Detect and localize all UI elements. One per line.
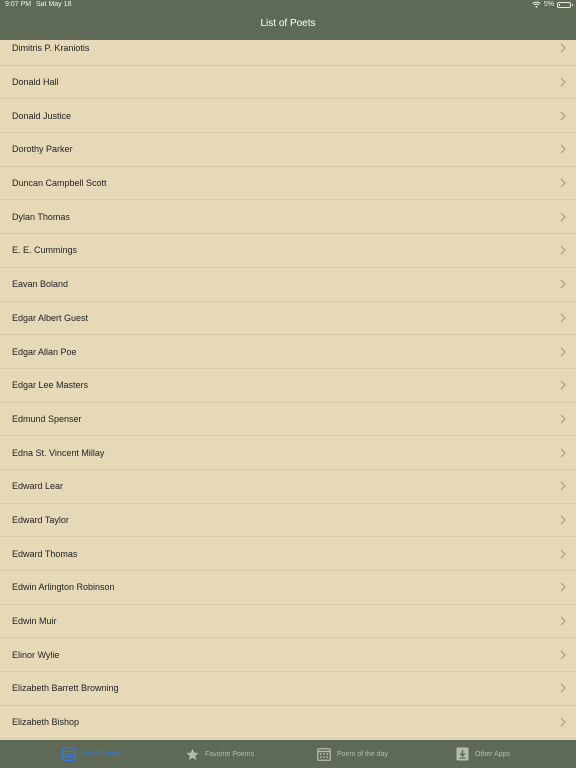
- tab-list-of-poets[interactable]: List of Poets: [62, 740, 121, 768]
- chevron-right-icon: [560, 111, 566, 121]
- chevron-right-icon: [560, 549, 566, 559]
- status-time: 9:07 PM: [5, 1, 32, 8]
- poet-name: Edwin Arlington Robinson: [12, 582, 115, 593]
- poet-list-item[interactable]: Donald Hall: [0, 66, 576, 100]
- poet-name: Eavan Boland: [12, 279, 69, 290]
- poet-name: Dimitris P. Kraniotis: [12, 43, 90, 54]
- chevron-right-icon: [560, 245, 566, 255]
- poet-name: Edgar Albert Guest: [12, 312, 89, 323]
- poet-name: Dorothy Parker: [12, 144, 73, 155]
- poet-name: Donald Justice: [12, 110, 72, 121]
- chevron-right-icon: [560, 43, 566, 53]
- poet-list-item[interactable]: Donald Justice: [0, 99, 576, 134]
- tab-favorite-poems[interactable]: Favorite Poems: [186, 740, 254, 768]
- chevron-right-icon: [560, 212, 566, 222]
- chevron-right-icon: [560, 717, 566, 727]
- poet-list-item[interactable]: Dorothy Parker: [0, 133, 576, 167]
- page-title: List of Poets: [260, 18, 316, 29]
- poet-name: Edgar Allan Poe: [12, 346, 77, 357]
- chevron-right-icon: [560, 178, 566, 188]
- chevron-right-icon: [560, 448, 566, 458]
- chevron-right-icon: [560, 683, 566, 693]
- battery-percentage: 5%: [543, 1, 554, 8]
- status-indicators: 5%: [532, 1, 573, 8]
- poet-list[interactable]: Dimitris P. Kraniotis Donald Hall Donald J…: [0, 32, 576, 740]
- status-date: Sat May 18: [36, 1, 72, 8]
- poet-name: Donald Hall: [12, 77, 59, 88]
- poet-name: Elinor Wylie: [12, 649, 60, 660]
- poet-list-item[interactable]: Elizabeth Bishop: [0, 706, 576, 740]
- tab-label: List of Poets: [82, 750, 121, 758]
- chevron-right-icon: [560, 144, 566, 154]
- chevron-right-icon: [560, 616, 566, 626]
- poet-list-item[interactable]: Edgar Allan Poe: [0, 335, 576, 369]
- tab-label: Other Apps: [475, 750, 511, 758]
- poet-list-item[interactable]: Edgar Lee Masters: [0, 369, 576, 403]
- chevron-right-icon: [560, 515, 566, 525]
- poet-name: Duncan Campbell Scott: [12, 178, 107, 189]
- poet-name: Edward Taylor: [12, 514, 69, 525]
- poet-list-item[interactable]: Dimitris P. Kraniotis: [0, 32, 576, 66]
- star-icon: [186, 748, 199, 761]
- tab-label: Poem of the day: [337, 750, 388, 758]
- poet-name: Elizabeth Barrett Browning: [12, 683, 119, 694]
- wifi-icon: [532, 1, 541, 8]
- chevron-right-icon: [560, 77, 566, 87]
- poet-list-item[interactable]: Elinor Wylie: [0, 638, 576, 673]
- poet-name: Elizabeth Bishop: [12, 717, 80, 728]
- poet-list-item[interactable]: Edgar Albert Guest: [0, 302, 576, 336]
- poet-list-item[interactable]: Elizabeth Barrett Browning: [0, 672, 576, 706]
- status-bar: 9:07 PM Sat May 18 5%: [0, 0, 576, 11]
- chevron-right-icon: [560, 279, 566, 289]
- chevron-right-icon: [560, 347, 566, 357]
- chevron-right-icon: [560, 380, 566, 390]
- battery-icon: [557, 1, 573, 8]
- poet-name: Edward Thomas: [12, 548, 78, 559]
- poet-list-item[interactable]: Edna St. Vincent Millay: [0, 436, 576, 470]
- poet-name: E. E. Cummings: [12, 245, 78, 256]
- poet-list-item[interactable]: Edward Taylor: [0, 504, 576, 538]
- chevron-right-icon: [560, 414, 566, 424]
- list-icon: [62, 747, 76, 761]
- poet-list-item[interactable]: Edwin Arlington Robinson: [0, 571, 576, 605]
- poet-name: Dylan Thomas: [12, 211, 70, 222]
- chevron-right-icon: [560, 313, 566, 323]
- tab-bar: List of Poets Favorite Poems Poem of the…: [0, 740, 576, 768]
- poet-list-item[interactable]: Edwin Muir: [0, 605, 576, 639]
- poet-name: Edgar Lee Masters: [12, 380, 89, 391]
- calendar-icon: [317, 747, 331, 761]
- poet-list-item[interactable]: E. E. Cummings: [0, 234, 576, 268]
- poet-list-item[interactable]: Edmund Spenser: [0, 403, 576, 437]
- poet-name: Edmund Spenser: [12, 413, 82, 424]
- tab-other-apps[interactable]: Other Apps: [456, 740, 510, 768]
- chevron-right-icon: [560, 582, 566, 592]
- tab-label: Favorite Poems: [205, 750, 255, 758]
- download-icon: [456, 747, 469, 761]
- poet-name: Edwin Muir: [12, 616, 57, 627]
- tab-poem-of-the-day[interactable]: Poem of the day: [317, 740, 388, 768]
- poet-name: Edward Lear: [12, 481, 64, 492]
- poet-list-item[interactable]: Duncan Campbell Scott: [0, 167, 576, 201]
- poet-list-item[interactable]: Dylan Thomas: [0, 200, 576, 235]
- poet-list-item[interactable]: Eavan Boland: [0, 268, 576, 302]
- poet-list-item[interactable]: Edward Thomas: [0, 537, 576, 571]
- poet-name: Edna St. Vincent Millay: [12, 447, 105, 458]
- poet-list-item[interactable]: Edward Lear: [0, 470, 576, 504]
- chevron-right-icon: [560, 481, 566, 491]
- chevron-right-icon: [560, 650, 566, 660]
